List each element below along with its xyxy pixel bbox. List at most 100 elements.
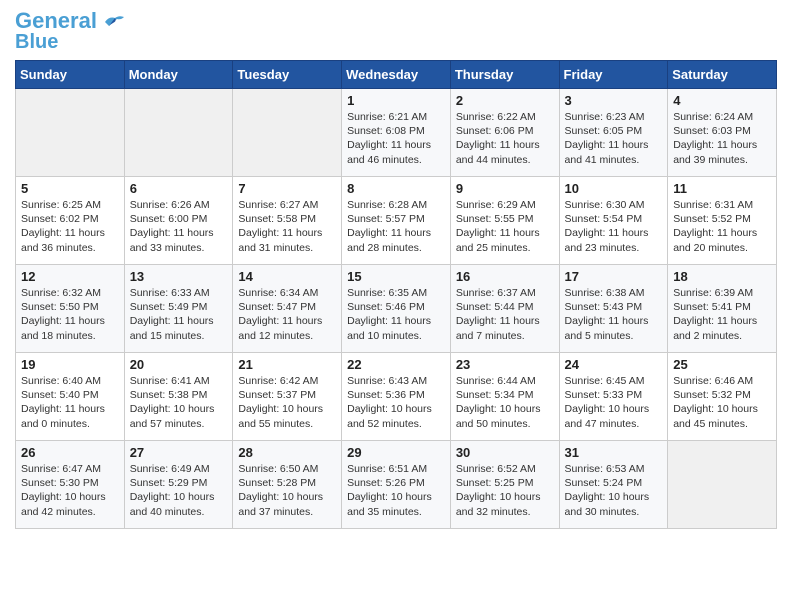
sunset-text: Sunset: 5:25 PM [456, 477, 534, 489]
day-number: 28 [238, 445, 336, 460]
daylight-text: Daylight: 10 hoursand 35 minutes. [347, 491, 432, 517]
sunrise-text: Sunrise: 6:27 AM [238, 199, 318, 211]
cell-info: Sunrise: 6:50 AMSunset: 5:28 PMDaylight:… [238, 462, 336, 519]
sunrise-text: Sunrise: 6:40 AM [21, 375, 101, 387]
page-container: General Blue SundayMondayTuesdayWednesda… [0, 0, 792, 539]
day-number: 13 [130, 269, 228, 284]
logo-text: General [15, 10, 125, 32]
calendar-table: SundayMondayTuesdayWednesdayThursdayFrid… [15, 60, 777, 529]
col-header-thursday: Thursday [450, 61, 559, 89]
daylight-text: Daylight: 11 hoursand 5 minutes. [565, 315, 649, 341]
day-number: 23 [456, 357, 554, 372]
daylight-text: Daylight: 11 hoursand 15 minutes. [130, 315, 214, 341]
sunrise-text: Sunrise: 6:50 AM [238, 463, 318, 475]
calendar-cell: 13Sunrise: 6:33 AMSunset: 5:49 PMDayligh… [124, 265, 233, 353]
week-row-4: 19Sunrise: 6:40 AMSunset: 5:40 PMDayligh… [16, 353, 777, 441]
calendar-cell: 10Sunrise: 6:30 AMSunset: 5:54 PMDayligh… [559, 177, 668, 265]
sunrise-text: Sunrise: 6:30 AM [565, 199, 645, 211]
cell-info: Sunrise: 6:28 AMSunset: 5:57 PMDaylight:… [347, 198, 445, 255]
sunset-text: Sunset: 5:58 PM [238, 213, 316, 225]
calendar-cell: 2Sunrise: 6:22 AMSunset: 6:06 PMDaylight… [450, 89, 559, 177]
daylight-text: Daylight: 10 hoursand 42 minutes. [21, 491, 106, 517]
cell-info: Sunrise: 6:40 AM Sunset: 5:40 PM Daylight:… [21, 374, 119, 431]
daylight-text: Daylight: 11 hoursand 25 minutes. [456, 227, 540, 253]
sunset-text: Sunset: 5:44 PM [456, 301, 534, 313]
daylight-text: Daylight: 11 hoursand 33 minutes. [130, 227, 214, 253]
sunset-text: Sunset: 5:54 PM [565, 213, 643, 225]
cell-info: Sunrise: 6:44 AMSunset: 5:34 PMDaylight:… [456, 374, 554, 431]
day-number: 30 [456, 445, 554, 460]
sunrise-text: Sunrise: 6:38 AM [565, 287, 645, 299]
sunset-text: Sunset: 6:03 PM [673, 125, 751, 137]
sunrise-text: Sunrise: 6:35 AM [347, 287, 427, 299]
cell-info: Sunrise: 6:22 AMSunset: 6:06 PMDaylight:… [456, 110, 554, 167]
calendar-cell: 27Sunrise: 6:49 AMSunset: 5:29 PMDayligh… [124, 441, 233, 529]
cell-info: Sunrise: 6:32 AMSunset: 5:50 PMDaylight:… [21, 286, 119, 343]
calendar-cell: 31Sunrise: 6:53 AMSunset: 5:24 PMDayligh… [559, 441, 668, 529]
calendar-cell: 3 Sunrise: 6:23 AMSunset: 6:05 PMDaylight… [559, 89, 668, 177]
day-number: 24 [565, 357, 663, 372]
calendar-cell [668, 441, 777, 529]
sunset-text: Sunset: 6:05 PM [565, 125, 643, 137]
sunrise-text: Sunrise: 6:39 AM [673, 287, 753, 299]
cell-info: Sunrise: 6:41 AMSunset: 5:38 PMDaylight:… [130, 374, 228, 431]
calendar-cell [16, 89, 125, 177]
calendar-cell: 29Sunrise: 6:51 AMSunset: 5:26 PMDayligh… [342, 441, 451, 529]
day-number: 31 [565, 445, 663, 460]
day-number: 16 [456, 269, 554, 284]
day-number: 14 [238, 269, 336, 284]
sunrise-text: Sunrise: 6:32 AM [21, 287, 101, 299]
daylight-text: Daylight: 10 hoursand 30 minutes. [565, 491, 650, 517]
day-number: 3 [565, 93, 663, 108]
sunset-text: Sunset: 5:34 PM [456, 389, 534, 401]
calendar-header-row: SundayMondayTuesdayWednesdayThursdayFrid… [16, 61, 777, 89]
sunrise-text: Sunrise: 6:49 AM [130, 463, 210, 475]
sunrise-text: Sunrise: 6:37 AM [456, 287, 536, 299]
day-number: 11 [673, 181, 771, 196]
calendar-cell [124, 89, 233, 177]
cell-info: Sunrise: 6:47 AMSunset: 5:30 PMDaylight:… [21, 462, 119, 519]
week-row-1: 1Sunrise: 6:21 AMSunset: 6:08 PMDaylight… [16, 89, 777, 177]
sunrise-text: Sunrise: 6:44 AM [456, 375, 536, 387]
logo-bird-icon [103, 14, 125, 30]
cell-info: Sunrise: 6:45 AMSunset: 5:33 PMDaylight:… [565, 374, 663, 431]
daylight-text: Daylight: 11 hoursand 44 minutes. [456, 139, 540, 165]
day-number: 10 [565, 181, 663, 196]
logo-blue: Blue [15, 32, 58, 52]
calendar-cell: 23Sunrise: 6:44 AMSunset: 5:34 PMDayligh… [450, 353, 559, 441]
daylight-text: Daylight: 11 hoursand 10 minutes. [347, 315, 431, 341]
sunset-text: Sunset: 5:49 PM [130, 301, 208, 313]
sunrise-text: Sunrise: 6:42 AM [238, 375, 318, 387]
calendar-cell: 6Sunrise: 6:26 AMSunset: 6:00 PMDaylight… [124, 177, 233, 265]
week-row-2: 5Sunrise: 6:25 AMSunset: 6:02 PMDaylight… [16, 177, 777, 265]
sunset-text: Sunset: 5:32 PM [673, 389, 751, 401]
calendar-cell: 15Sunrise: 6:35 AMSunset: 5:46 PMDayligh… [342, 265, 451, 353]
header: General Blue [15, 10, 777, 52]
sunset-text: Sunset: 5:57 PM [347, 213, 425, 225]
sunset-text: Sunset: 5:40 PM [21, 389, 99, 401]
calendar-cell: 8Sunrise: 6:28 AMSunset: 5:57 PMDaylight… [342, 177, 451, 265]
calendar-cell: 16Sunrise: 6:37 AMSunset: 5:44 PMDayligh… [450, 265, 559, 353]
cell-info: Sunrise: 6:23 AMSunset: 6:05 PMDaylight:… [565, 110, 663, 167]
calendar-cell: 12Sunrise: 6:32 AMSunset: 5:50 PMDayligh… [16, 265, 125, 353]
calendar-cell: 26Sunrise: 6:47 AMSunset: 5:30 PMDayligh… [16, 441, 125, 529]
col-header-friday: Friday [559, 61, 668, 89]
sunrise-text: Sunrise: 6:31 AM [673, 199, 753, 211]
cell-info: Sunrise: 6:30 AMSunset: 5:54 PMDaylight:… [565, 198, 663, 255]
calendar-cell: 20Sunrise: 6:41 AMSunset: 5:38 PMDayligh… [124, 353, 233, 441]
daylight-text: Daylight: 11 hoursand 0 minutes. [21, 403, 105, 429]
daylight-text: Daylight: 11 hoursand 18 minutes. [21, 315, 105, 341]
daylight-text: Daylight: 11 hoursand 28 minutes. [347, 227, 431, 253]
daylight-text: Daylight: 11 hoursand 20 minutes. [673, 227, 757, 253]
calendar-cell: 9Sunrise: 6:29 AMSunset: 5:55 PMDaylight… [450, 177, 559, 265]
daylight-text: Daylight: 11 hoursand 41 minutes. [565, 139, 649, 165]
daylight-text: Daylight: 10 hoursand 45 minutes. [673, 403, 758, 429]
daylight-text: Daylight: 10 hoursand 55 minutes. [238, 403, 323, 429]
calendar-cell: 7Sunrise: 6:27 AMSunset: 5:58 PMDaylight… [233, 177, 342, 265]
daylight-text: Daylight: 10 hoursand 47 minutes. [565, 403, 650, 429]
cell-info: Sunrise: 6:52 AMSunset: 5:25 PMDaylight:… [456, 462, 554, 519]
day-number: 27 [130, 445, 228, 460]
cell-info: Sunrise: 6:37 AMSunset: 5:44 PMDaylight:… [456, 286, 554, 343]
sunrise-text: Sunrise: 6:43 AM [347, 375, 427, 387]
sunrise-text: Sunrise: 6:26 AM [130, 199, 210, 211]
